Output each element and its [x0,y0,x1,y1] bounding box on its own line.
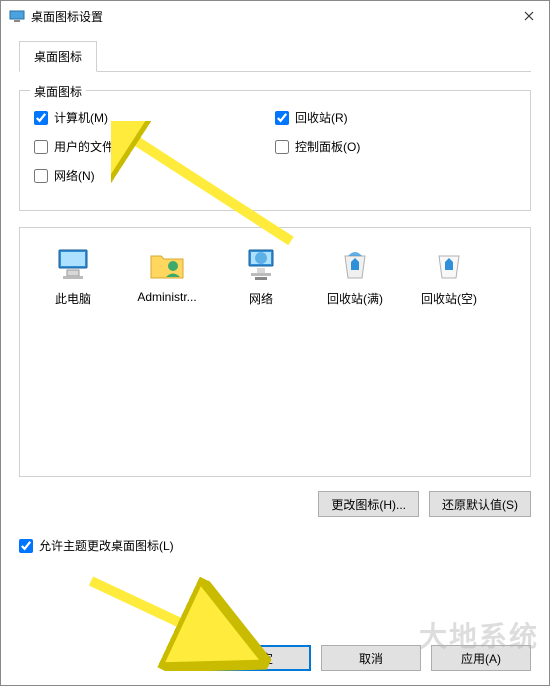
restore-default-button[interactable]: 还原默认值(S) [429,491,531,517]
check-control-label: 控制面板(O) [295,138,360,155]
tab-desktop-icons[interactable]: 桌面图标 [19,41,97,72]
icon-recycle-empty[interactable]: 回收站(空) [406,244,492,307]
check-network[interactable]: 网络(N) [34,167,275,184]
ok-button[interactable]: 确定 [211,645,311,671]
tab-strip: 桌面图标 [19,41,531,72]
check-control[interactable]: 控制面板(O) [275,138,516,155]
icon-buttons-row: 更改图标(H)... 还原默认值(S) [19,491,531,517]
check-recycle-label: 回收站(R) [295,109,348,126]
group-legend: 桌面图标 [30,83,86,100]
check-control-box[interactable] [275,140,289,154]
close-button[interactable] [509,1,549,31]
recycle-empty-icon [429,244,469,284]
icon-network[interactable]: 网络 [218,244,304,307]
content-area: 桌面图标 桌面图标 计算机(M) 用户的文件(U) 网络(N) [1,31,549,572]
check-userfiles-label: 用户的文件(U) [54,138,131,155]
network-icon [241,244,281,284]
icon-admin-label: Administr... [124,290,210,304]
user-folder-icon [147,244,187,284]
icon-recycle-empty-label: 回收站(空) [406,290,492,307]
check-userfiles-box[interactable] [34,140,48,154]
titlebar: 桌面图标设置 [1,1,549,31]
cancel-button[interactable]: 取消 [321,645,421,671]
check-userfiles[interactable]: 用户的文件(U) [34,138,275,155]
recycle-full-icon [335,244,375,284]
monitor-icon [53,244,93,284]
allow-themes-label: 允许主题更改桌面图标(L) [39,537,174,554]
check-network-label: 网络(N) [54,167,95,184]
check-computer-box[interactable] [34,111,48,125]
icon-recycle-full-label: 回收站(满) [312,290,398,307]
allow-themes-box[interactable] [19,539,33,553]
change-icon-button[interactable]: 更改图标(H)... [318,491,419,517]
icon-admin[interactable]: Administr... [124,244,210,304]
icon-recycle-full[interactable]: 回收站(满) [312,244,398,307]
app-icon [9,8,25,24]
icon-network-label: 网络 [218,290,304,307]
desktop-icons-group: 桌面图标 计算机(M) 用户的文件(U) 网络(N) [19,90,531,211]
icon-thispc[interactable]: 此电脑 [30,244,116,307]
check-computer-label: 计算机(M) [54,109,108,126]
window-title: 桌面图标设置 [31,8,509,25]
check-recycle-box[interactable] [275,111,289,125]
check-recycle[interactable]: 回收站(R) [275,109,516,126]
check-network-box[interactable] [34,169,48,183]
allow-themes-check[interactable]: 允许主题更改桌面图标(L) [19,537,531,554]
check-computer[interactable]: 计算机(M) [34,109,275,126]
icon-preview-box: 此电脑 Administr... [19,227,531,477]
watermark: 大地系统 [419,615,539,655]
icon-thispc-label: 此电脑 [30,290,116,307]
